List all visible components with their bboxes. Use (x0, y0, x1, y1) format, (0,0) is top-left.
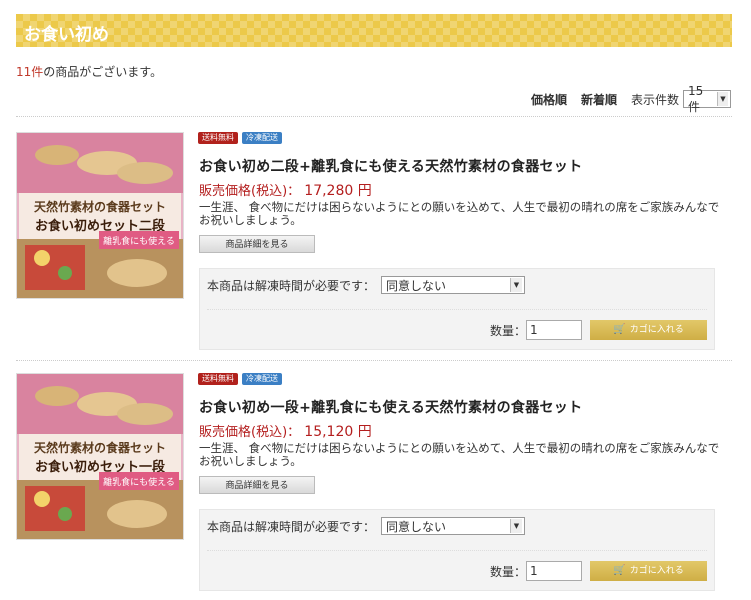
product-image-caption-3: 離乳食にも使える (103, 476, 175, 488)
thaw-label: 本商品は解凍時間が必要です： (207, 279, 376, 293)
thaw-select-value: 同意しない (386, 519, 447, 534)
product-title-link[interactable]: お食い初め一段+離乳食にも使える天然竹素材の食器セット (199, 397, 582, 417)
thaw-select[interactable]: 同意しない ▼ (381, 276, 525, 294)
divider (16, 360, 732, 361)
sort-by-new-link[interactable]: 新着順 (581, 91, 617, 108)
divider (207, 550, 707, 551)
detail-button[interactable]: 商品詳細を見る (199, 235, 315, 253)
result-count: 11件の商品がございます。 (16, 63, 162, 80)
per-page-value: 15件 (688, 83, 704, 114)
thaw-select[interactable]: 同意しない ▼ (381, 517, 525, 535)
add-to-cart-button[interactable]: 🛒 カゴに入れる (590, 320, 707, 340)
free-shipping-badge: 送料無料 (198, 373, 238, 385)
badge-group: 送料無料 冷凍配送 (198, 373, 282, 385)
per-page-label: 表示件数 (630, 92, 679, 107)
cart-form: 本商品は解凍時間が必要です： 同意しない ▼ 数量： 1 🛒 カゴに入れる (199, 509, 715, 591)
frozen-delivery-badge: 冷凍配送 (242, 132, 282, 144)
frozen-delivery-badge: 冷凍配送 (242, 373, 282, 385)
quantity-input[interactable]: 1 (526, 561, 582, 581)
quantity-input[interactable]: 1 (526, 320, 582, 340)
chevron-down-icon: ▼ (510, 278, 522, 292)
category-title: お食い初め (24, 25, 109, 45)
product-image-caption-3: 離乳食にも使える (103, 235, 175, 247)
cart-icon: 🛒 (613, 565, 626, 576)
cart-form: 本商品は解凍時間が必要です： 同意しない ▼ 数量： 1 🛒 カゴに入れる (199, 268, 715, 350)
price-line: 販売価格(税込)： 17,280 円 (199, 180, 372, 200)
result-count-number: 11件 (16, 65, 44, 79)
price-label: 販売価格(税込)： (199, 184, 301, 199)
add-to-cart-button[interactable]: 🛒 カゴに入れる (590, 561, 707, 581)
product-image-caption-1: 天然竹素材の食器セット (34, 199, 166, 214)
price-label: 販売価格(税込)： (199, 425, 301, 440)
add-to-cart-label: カゴに入れる (629, 566, 684, 576)
category-header: お食い初め (16, 14, 732, 47)
product-description: 一生涯、 食べ物にだけは困らないようにとの願いを込めて、人生で最初の晴れの席をご… (199, 200, 720, 227)
product-description: 一生涯、 食べ物にだけは困らないようにとの願いを込めて、人生で最初の晴れの席をご… (199, 441, 720, 468)
detail-button[interactable]: 商品詳細を見る (199, 476, 315, 494)
sort-by-price-link[interactable]: 価格順 (531, 91, 567, 108)
thaw-label: 本商品は解凍時間が必要です： (207, 520, 376, 534)
chevron-down-icon: ▼ (510, 519, 522, 533)
cart-icon: 🛒 (613, 324, 626, 335)
product-image[interactable]: 天然竹素材の食器セット お食い初めセット一段 離乳食にも使える (16, 373, 184, 540)
quantity-label: 数量： (490, 565, 527, 579)
per-page-select[interactable]: 15件 ▼ (683, 84, 731, 114)
chevron-down-icon: ▼ (716, 92, 728, 106)
quantity-label: 数量： (490, 324, 527, 338)
add-to-cart-label: カゴに入れる (629, 325, 684, 335)
badge-group: 送料無料 冷凍配送 (198, 132, 282, 144)
price-line: 販売価格(税込)： 15,120 円 (199, 421, 372, 441)
sort-bar: 価格順 新着順 表示件数 15件 ▼ (531, 84, 731, 114)
result-count-text: の商品がございます。 (43, 65, 163, 79)
product-title-link[interactable]: お食い初め二段+離乳食にも使える天然竹素材の食器セット (199, 156, 582, 176)
thaw-select-value: 同意しない (386, 278, 447, 293)
product-image-caption-1: 天然竹素材の食器セット (34, 440, 166, 455)
price-value: 17,280 円 (304, 183, 372, 199)
free-shipping-badge: 送料無料 (198, 132, 238, 144)
price-value: 15,120 円 (304, 424, 372, 440)
divider (16, 116, 732, 117)
product-image[interactable]: 天然竹素材の食器セット お食い初めセット二段 離乳食にも使える (16, 132, 184, 299)
divider (207, 309, 707, 310)
